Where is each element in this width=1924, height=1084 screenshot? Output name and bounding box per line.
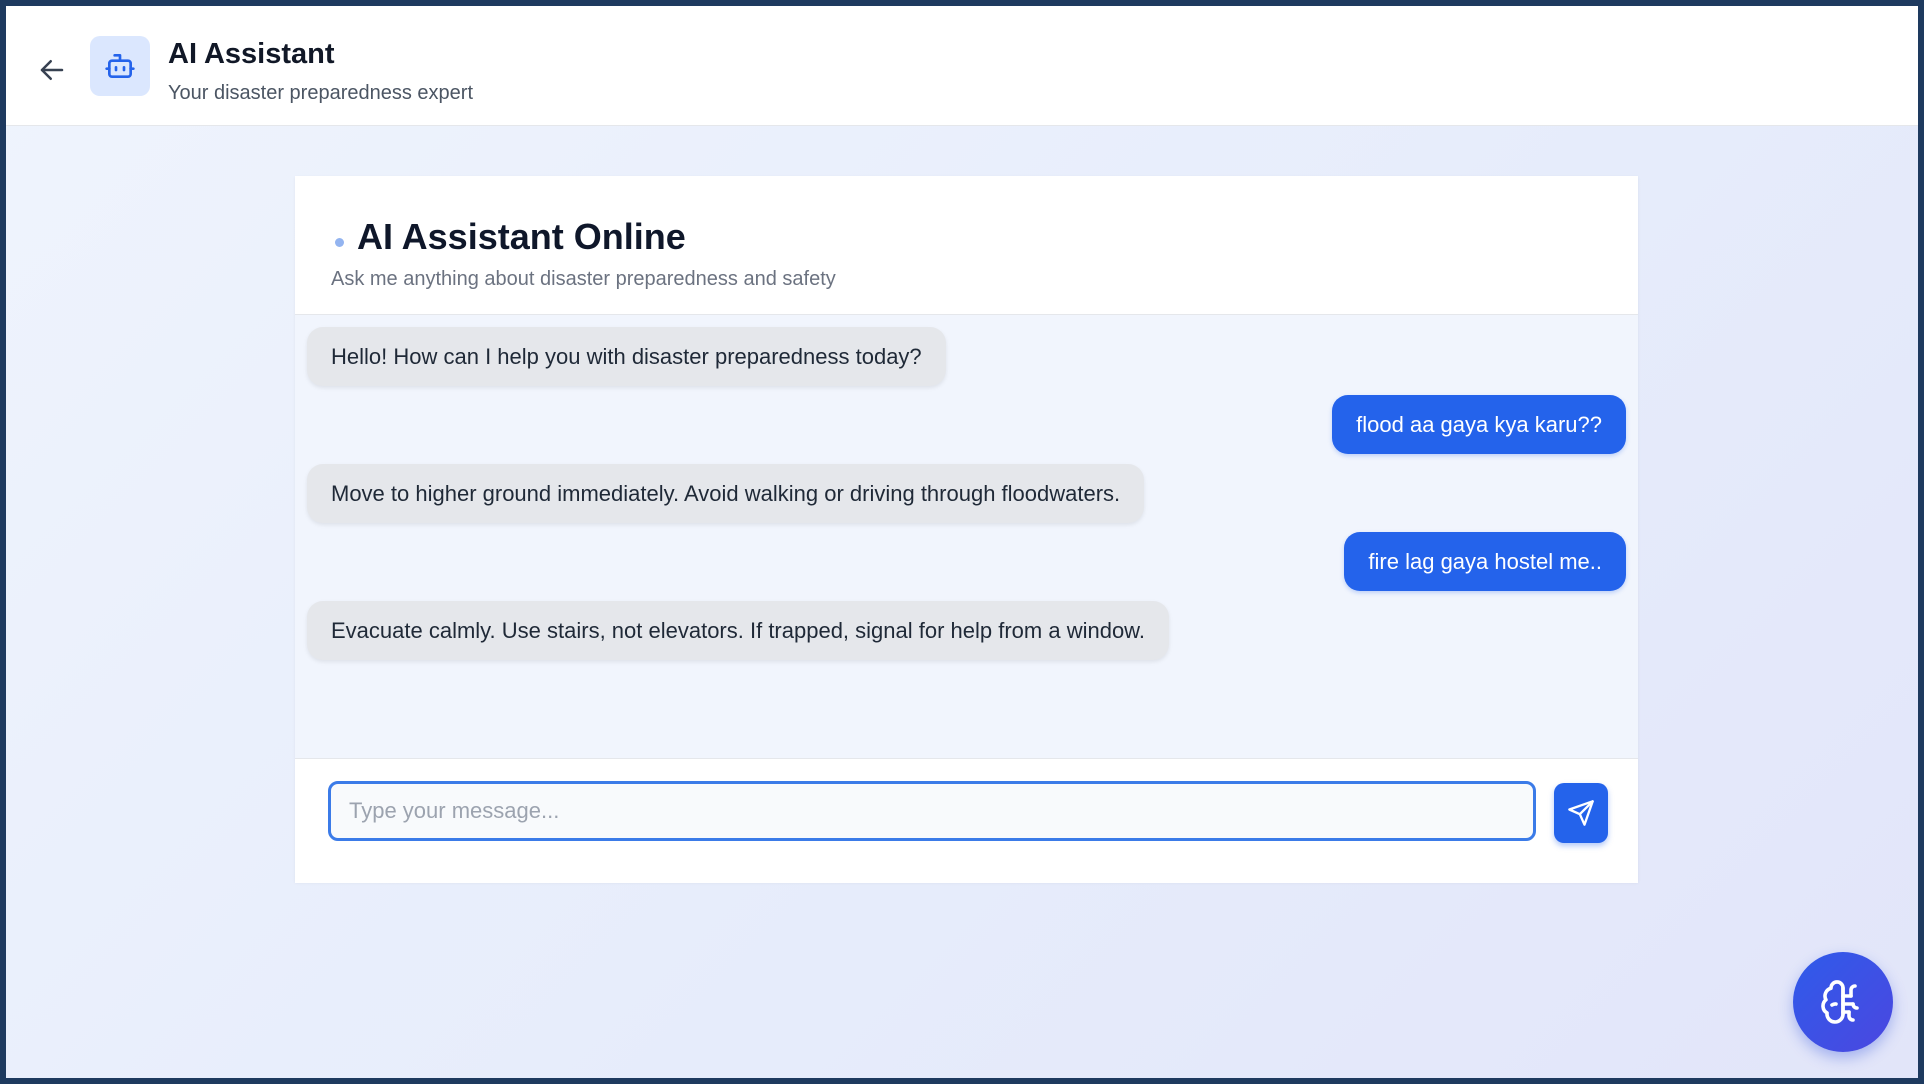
send-icon <box>1568 800 1594 826</box>
arrow-left-icon <box>40 60 64 80</box>
back-button[interactable] <box>30 48 74 92</box>
user-message: fire lag gaya hostel me.. <box>1344 532 1626 591</box>
bot-icon <box>105 54 135 78</box>
message-input[interactable] <box>328 781 1536 841</box>
assistant-avatar <box>90 36 150 96</box>
chat-title: AI Assistant Online <box>357 216 686 257</box>
user-message: flood aa gaya kya karu?? <box>1332 395 1626 454</box>
message-list: Hello! How can I help you with disaster … <box>295 315 1638 758</box>
brain-icon <box>1821 980 1859 1024</box>
assistant-fab-button[interactable] <box>1793 952 1893 1052</box>
chat-header: AI Assistant Online Ask me anything abou… <box>295 176 1638 315</box>
assistant-message: Hello! How can I help you with disaster … <box>307 327 946 386</box>
assistant-message: Move to higher ground immediately. Avoid… <box>307 464 1145 523</box>
composer <box>295 758 1638 883</box>
app-window: AI Assistant Your disaster preparedness … <box>6 6 1918 1078</box>
online-status-dot <box>335 238 344 247</box>
top-bar: AI Assistant Your disaster preparedness … <box>6 6 1918 126</box>
chat-card: AI Assistant Online Ask me anything abou… <box>295 176 1638 883</box>
page-title: AI Assistant <box>168 38 335 70</box>
chat-subtitle: Ask me anything about disaster preparedn… <box>331 268 836 290</box>
assistant-message: Evacuate calmly. Use stairs, not elevato… <box>307 601 1169 660</box>
page-subtitle: Your disaster preparedness expert <box>168 82 473 104</box>
send-button[interactable] <box>1554 783 1608 843</box>
